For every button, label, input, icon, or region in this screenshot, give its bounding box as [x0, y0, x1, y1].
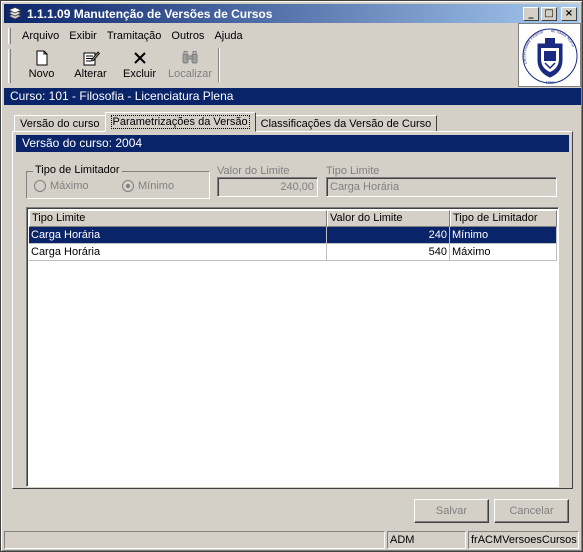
new-document-icon [35, 48, 49, 68]
university-logo: Universidade Federal de Santa Maria 1960 [518, 23, 581, 87]
column-header-valor[interactable]: Valor do Limite [327, 210, 450, 227]
cell-tipo: Carga Horária [29, 244, 327, 261]
cancel-button[interactable]: Cancelar [494, 499, 569, 523]
minimize-button[interactable]: _ [523, 6, 539, 21]
radio-minimo[interactable]: Mínimo [122, 180, 174, 192]
close-button[interactable]: × [561, 6, 577, 21]
app-icon [8, 6, 22, 19]
main-window: 1.1.1.09 Manutenção de Versões de Cursos… [0, 0, 583, 552]
limit-value-label: Valor do Limite [217, 165, 290, 177]
toolbar: Novo Alterar Excluir Localizar [4, 48, 516, 85]
cell-tipo: Carga Horária [29, 227, 327, 244]
save-button[interactable]: Salvar [414, 499, 489, 523]
menu-grip [8, 28, 11, 44]
title-bar[interactable]: 1.1.1.09 Manutenção de Versões de Cursos… [4, 4, 579, 23]
tab-parametrizacoes[interactable]: Parametrizações da Versão [104, 112, 256, 132]
radio-maximo-circle [34, 180, 46, 192]
course-header: Curso: 101 - Filosofia - Licenciatura Pl… [4, 88, 581, 105]
status-form: frACMVersoesCursos [468, 531, 579, 549]
tab-label: Parametrizações da Versão [110, 115, 250, 129]
edit-button-label: Alterar [74, 68, 107, 80]
find-button[interactable]: Localizar [164, 48, 216, 85]
delete-button[interactable]: Excluir [115, 48, 164, 85]
tab-strip: Versão do curso Parametrizações da Versã… [14, 112, 438, 132]
cell-limitador: Mínimo [450, 227, 557, 244]
university-seal-icon: Universidade Federal de Santa Maria 1960 [522, 28, 578, 85]
menu-exibir[interactable]: Exibir [64, 30, 102, 42]
menu-outros[interactable]: Outros [166, 30, 209, 42]
version-header: Versão do curso: 2004 [16, 135, 569, 152]
menu-ajuda[interactable]: Ajuda [209, 30, 247, 42]
find-button-label: Localizar [167, 68, 213, 80]
new-button-label: Novo [28, 68, 55, 80]
limit-value-field[interactable]: 240,00 [217, 177, 318, 197]
radio-maximo-label: Máximo [50, 180, 89, 192]
radio-minimo-circle [122, 180, 134, 192]
tab-panel: Versão do curso: 2004 Tipo de Limitador … [12, 131, 573, 489]
menu-bar: Arquivo Exibir Tramitação Outros Ajuda [4, 26, 516, 46]
limit-kind-label: Tipo Limite [326, 165, 380, 177]
tab-versao-do-curso[interactable]: Versão do curso [14, 115, 106, 132]
menu-tramitacao[interactable]: Tramitação [102, 30, 167, 42]
grid-header: Tipo Limite Valor do Limite Tipo de Limi… [29, 210, 557, 227]
edit-button[interactable]: Alterar [66, 48, 115, 85]
new-button[interactable]: Novo [17, 48, 66, 85]
logo-year: 1960 [546, 80, 556, 85]
radio-maximo[interactable]: Máximo [34, 180, 89, 192]
status-panel-main [4, 531, 385, 549]
tab-label: Versão do curso [20, 118, 100, 130]
window-title: 1.1.1.09 Manutenção de Versões de Cursos [27, 6, 273, 21]
limit-kind-field[interactable]: Carga Horária [326, 177, 557, 197]
edit-document-icon [82, 48, 100, 68]
binoculars-icon [181, 48, 199, 68]
tab-classificacoes[interactable]: Classificações da Versão de Curso [254, 115, 438, 132]
status-bar: ADM frACMVersoesCursos [4, 531, 581, 549]
cell-valor: 240 [327, 227, 450, 244]
maximize-button[interactable]: □ [541, 6, 557, 21]
status-user: ADM [387, 531, 466, 549]
table-row[interactable]: Carga Horária 540 Máximo [29, 244, 557, 261]
limit-type-group: Tipo de Limitador Máximo Mínimo [26, 164, 210, 199]
toolbar-separator [218, 48, 220, 82]
limits-grid: Tipo Limite Valor do Limite Tipo de Limi… [26, 207, 559, 487]
column-header-tipo-limite[interactable]: Tipo Limite [29, 210, 327, 227]
toolbar-grip [8, 49, 11, 83]
column-header-limitador[interactable]: Tipo de Limitador [450, 210, 557, 227]
table-row[interactable]: Carga Horária 240 Mínimo [29, 227, 557, 244]
cell-valor: 540 [327, 244, 450, 261]
delete-button-label: Excluir [122, 68, 156, 80]
menu-arquivo[interactable]: Arquivo [17, 30, 64, 42]
tab-label: Classificações da Versão de Curso [260, 118, 432, 130]
limit-type-legend: Tipo de Limitador [33, 164, 122, 176]
radio-minimo-label: Mínimo [138, 180, 175, 192]
cell-limitador: Máximo [450, 244, 557, 261]
delete-x-icon [133, 48, 147, 68]
